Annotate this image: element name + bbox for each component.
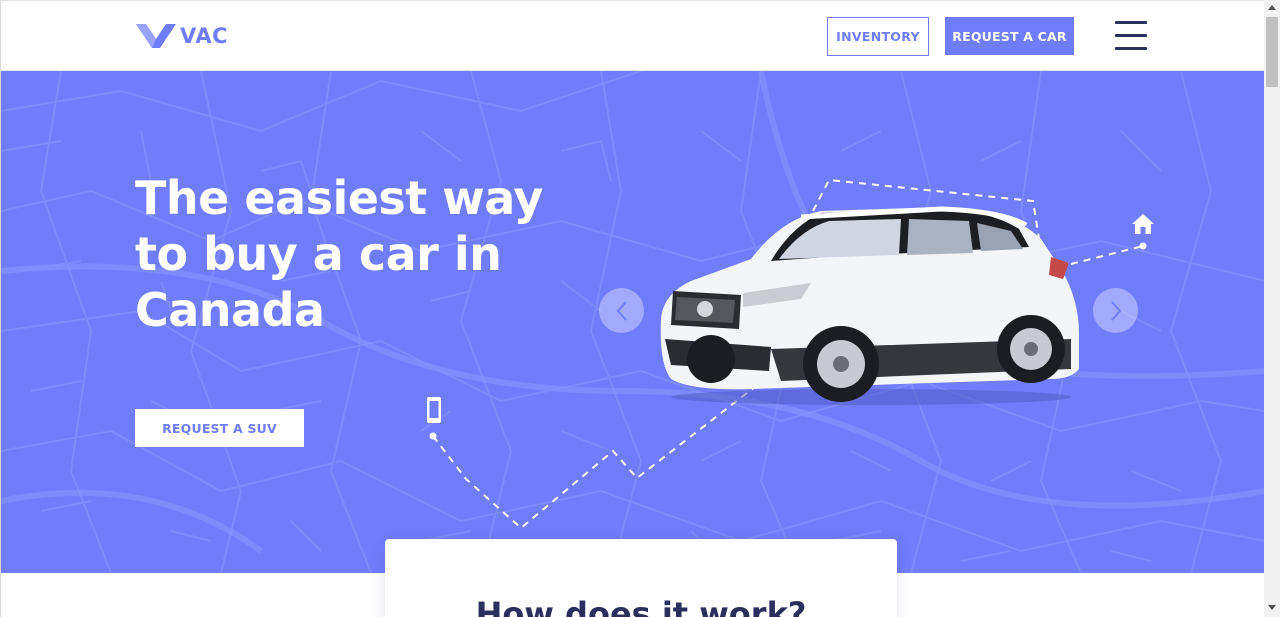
carousel-next-button[interactable]: [1093, 288, 1138, 333]
site-header: VAC INVENTORY REQUEST A CAR: [1, 0, 1264, 71]
hero-title-line-1: The easiest way: [135, 171, 543, 225]
how-it-works-card: How does it work?: [385, 539, 897, 617]
chevron-right-icon: [1110, 300, 1121, 321]
vertical-scrollbar[interactable]: [1264, 0, 1280, 617]
home-icon: [1132, 214, 1154, 234]
chevron-left-icon: [616, 300, 627, 321]
page: VAC INVENTORY REQUEST A CAR The easiest …: [0, 0, 1264, 617]
carousel-prev-button[interactable]: [599, 288, 644, 333]
hero-title: The easiest way to buy a car in Canada: [135, 170, 595, 338]
scroll-down-arrow-icon[interactable]: [1268, 605, 1276, 610]
hero-title-line-3: Canada: [135, 283, 325, 337]
hero-title-line-2: to buy a car in: [135, 227, 502, 281]
how-it-works-title: How does it work?: [475, 595, 807, 617]
request-suv-button[interactable]: REQUEST A SUV: [135, 409, 304, 447]
inventory-button[interactable]: INVENTORY: [827, 17, 929, 56]
suv-car-image: [660, 206, 1079, 405]
hero-section: The easiest way to buy a car in Canada R…: [1, 71, 1264, 573]
scroll-up-arrow-icon[interactable]: [1268, 5, 1276, 10]
logo[interactable]: VAC: [134, 20, 228, 52]
request-car-button[interactable]: REQUEST A CAR: [945, 17, 1074, 55]
logo-mark-icon: [136, 24, 176, 48]
logo-text: VAC: [180, 24, 228, 48]
hamburger-menu-icon[interactable]: [1115, 21, 1148, 51]
scrollbar-thumb[interactable]: [1266, 17, 1278, 87]
smartphone-icon: [427, 397, 441, 423]
